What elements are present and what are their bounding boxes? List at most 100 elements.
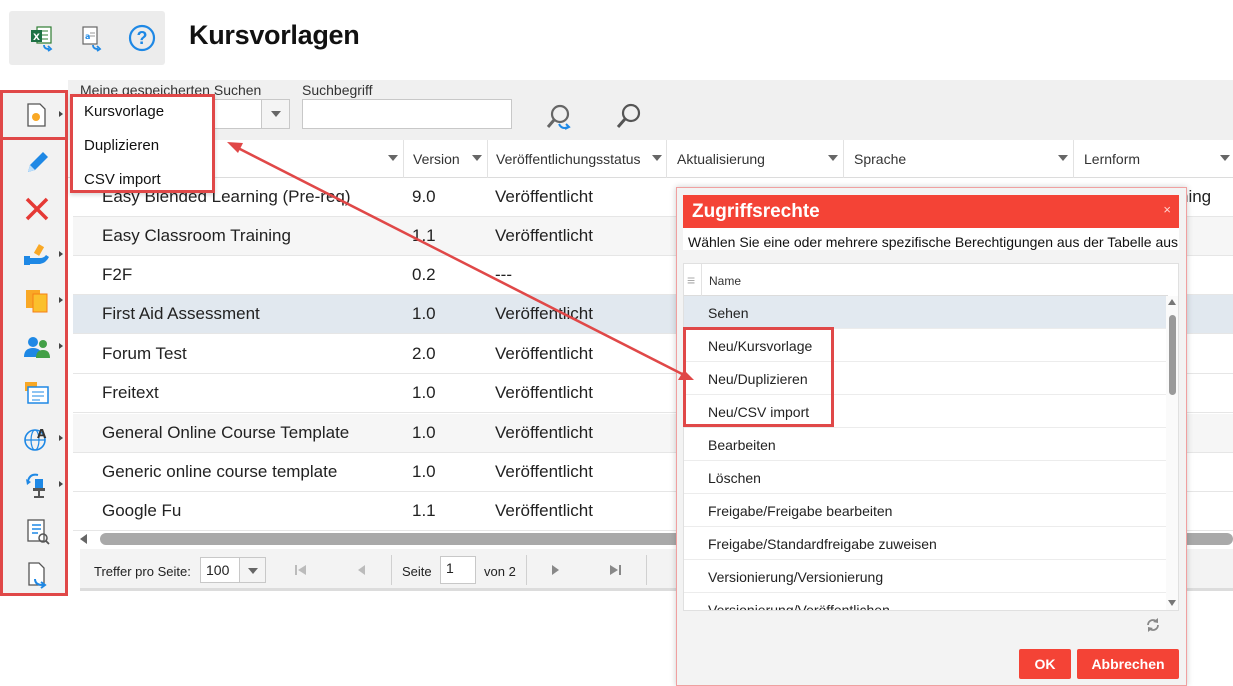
page-label: Seite	[402, 564, 432, 579]
per-page-value: 100	[206, 562, 230, 578]
table-header: Version Veröffentlichungsstatus Aktualis…	[68, 140, 1233, 178]
permission-row[interactable]: Löschen	[684, 461, 1168, 494]
top-toolbar: X a ?	[9, 11, 165, 65]
course-name: First Aid Assessment	[102, 304, 260, 323]
permission-row[interactable]: Freigabe/Standardfreigabe zuweisen	[684, 527, 1168, 560]
permission-row[interactable]: Freigabe/Freigabe bearbeiten	[684, 494, 1168, 527]
course-version: 1.1	[412, 501, 436, 520]
permission-row[interactable]: Versionierung/Veröffentlichen	[684, 593, 1168, 611]
chevron-down-icon[interactable]	[239, 558, 265, 582]
scroll-down-icon[interactable]	[1168, 600, 1176, 606]
column-menu-icon[interactable]	[472, 155, 482, 161]
card-file-icon[interactable]	[17, 375, 57, 411]
course-status: Veröffentlicht	[495, 187, 593, 206]
course-name: Easy Classroom Training	[102, 226, 291, 245]
search-term-label: Suchbegriff	[302, 82, 373, 98]
highlight-new-permissions	[683, 327, 834, 427]
new-template-button[interactable]	[0, 90, 68, 140]
cancel-button[interactable]: Abbrechen	[1077, 649, 1179, 679]
language-icon[interactable]: A	[17, 421, 63, 457]
svg-text:A: A	[37, 427, 47, 441]
column-header-updated[interactable]: Aktualisierung	[677, 151, 765, 167]
column-menu-icon[interactable]	[828, 155, 838, 161]
course-version: 2.0	[412, 344, 436, 363]
help-glyph: ?	[136, 28, 148, 48]
page-number-input[interactable]: 1	[440, 556, 476, 584]
column-header-status[interactable]: Veröffentlichungsstatus	[496, 151, 641, 167]
column-menu-icon[interactable]: ≡	[687, 272, 695, 288]
permission-name: Freigabe/Freigabe bearbeiten	[708, 503, 893, 519]
menu-item-csv-import[interactable]: CSV import	[84, 171, 161, 188]
course-status: Veröffentlicht	[495, 423, 593, 442]
chevron-down-icon[interactable]	[261, 100, 289, 128]
menu-item-course-template[interactable]: Kursvorlage	[84, 103, 164, 120]
permission-name: Versionierung/Veröffentlichen	[708, 602, 890, 611]
course-name: Google Fu	[102, 501, 182, 520]
search-icon[interactable]	[614, 102, 644, 132]
text-export-icon[interactable]: a	[77, 23, 107, 53]
edit-pencil-icon[interactable]	[17, 145, 57, 181]
last-page-icon[interactable]	[608, 563, 622, 577]
search-term-input[interactable]	[302, 99, 512, 129]
column-menu-icon[interactable]	[388, 155, 398, 161]
saved-search-icon[interactable]	[545, 102, 575, 132]
delete-x-icon[interactable]	[17, 191, 57, 227]
permissions-table-header: ≡ Name	[684, 264, 1168, 296]
chair-restore-icon[interactable]	[17, 467, 63, 503]
course-status: Veröffentlicht	[495, 383, 593, 402]
scroll-up-icon[interactable]	[1168, 299, 1176, 305]
menu-item-duplicate[interactable]: Duplizieren	[84, 137, 159, 154]
column-header-learning-form[interactable]: Lernform	[1084, 151, 1140, 167]
permission-name: Löschen	[708, 470, 761, 486]
column-header-name[interactable]: Name	[709, 274, 741, 288]
close-icon[interactable]: ×	[1163, 202, 1171, 217]
document-export-icon[interactable]	[17, 557, 57, 593]
course-version: 1.1	[412, 226, 436, 245]
course-name: Forum Test	[102, 344, 187, 363]
report-list-icon[interactable]	[17, 513, 57, 549]
permission-name: Freigabe/Standardfreigabe zuweisen	[708, 536, 937, 552]
course-name: Freitext	[102, 383, 159, 402]
course-version: 1.0	[412, 304, 436, 323]
scrollbar-thumb[interactable]	[1169, 315, 1176, 395]
permissions-table: ≡ Name Sehen Neu/Kursvorlage Neu/Duplizi…	[683, 263, 1179, 611]
column-header-language[interactable]: Sprache	[854, 151, 906, 167]
course-version: 1.0	[412, 423, 436, 442]
page-title: Kursvorlagen	[189, 20, 360, 50]
excel-export-icon[interactable]: X	[27, 23, 57, 53]
column-menu-icon[interactable]	[652, 155, 662, 161]
first-page-icon[interactable]	[294, 563, 308, 577]
course-name: Generic online course template	[102, 462, 338, 481]
ok-button[interactable]: OK	[1019, 649, 1071, 679]
vertical-scrollbar[interactable]	[1166, 296, 1178, 610]
course-status: Veröffentlicht	[495, 304, 593, 323]
action-sidebar: A	[0, 90, 68, 596]
users-icon[interactable]	[17, 329, 63, 365]
course-name: F2F	[102, 265, 133, 284]
assign-hand-icon[interactable]	[17, 237, 63, 273]
column-menu-icon[interactable]	[1058, 155, 1068, 161]
refresh-icon[interactable]	[1145, 617, 1161, 633]
page-number-value: 1	[446, 560, 454, 576]
saved-searches-select[interactable]	[210, 99, 290, 129]
course-status: Veröffentlicht	[495, 462, 593, 481]
permission-row[interactable]: Sehen	[684, 296, 1168, 329]
column-header-version[interactable]: Version	[413, 151, 460, 167]
per-page-select[interactable]: 100	[200, 557, 266, 583]
permission-row[interactable]: Bearbeiten	[684, 428, 1168, 461]
permission-name: Sehen	[708, 305, 749, 321]
help-icon[interactable]: ?	[127, 23, 157, 53]
prev-page-icon[interactable]	[355, 563, 369, 577]
dialog-title: Zugriffsrechte	[692, 201, 820, 222]
dialog-header: Zugriffsrechte ×	[683, 195, 1179, 228]
svg-text:a: a	[85, 32, 90, 41]
permission-row[interactable]: Versionierung/Versionierung	[684, 560, 1168, 593]
course-version: 0.2	[412, 265, 436, 284]
next-page-icon[interactable]	[548, 563, 562, 577]
per-page-label: Treffer pro Seite:	[94, 564, 191, 579]
column-menu-icon[interactable]	[1220, 155, 1230, 161]
access-rights-dialog: Zugriffsrechte × Wählen Sie eine oder me…	[676, 187, 1187, 686]
new-document-icon[interactable]	[17, 97, 63, 133]
copy-pages-icon[interactable]	[17, 283, 63, 319]
scroll-left-icon[interactable]	[80, 534, 87, 544]
